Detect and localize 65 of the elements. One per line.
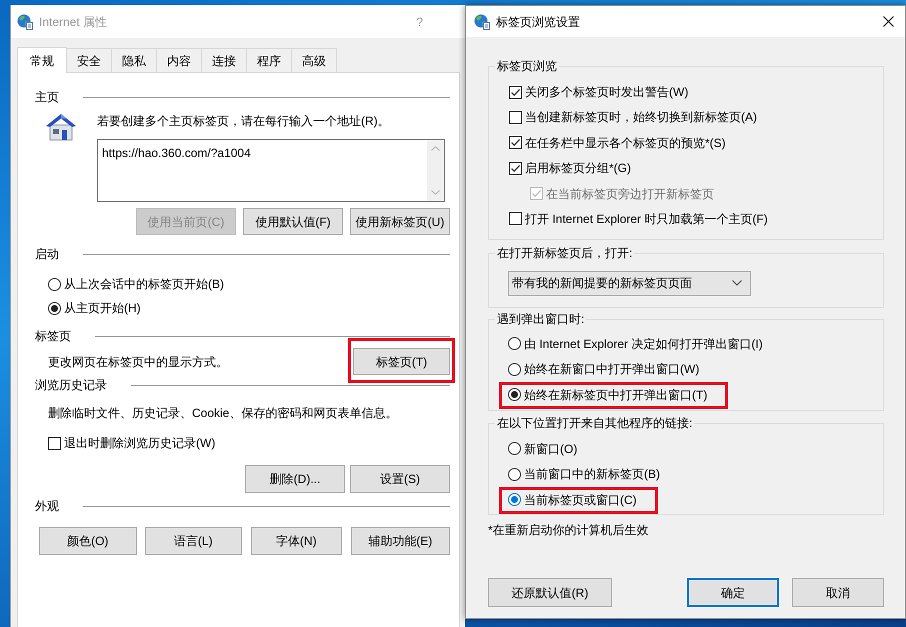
dialog-button[interactable]: 确定 [687, 578, 779, 607]
home-page-button[interactable]: 使用默认值(F) [243, 208, 343, 235]
history-button[interactable]: 设置(S) [350, 465, 450, 493]
group-heading: 遇到弹出窗口时: [495, 310, 586, 327]
checkbox-label: 当创建新标签页时，始终切换到新标签页(A) [525, 109, 757, 126]
radio-label: 新窗口(O) [524, 440, 578, 457]
checkbox[interactable] [509, 110, 522, 124]
dropdown[interactable]: 带有我的新闻提要的新标签页页面 [508, 270, 751, 296]
appearance-button[interactable]: 字体(N) [251, 527, 342, 555]
checkbox-label: 退出时删除浏览历史记录(W) [64, 435, 216, 451]
group-heading: 在以下位置打开来自其他程序的链接: [495, 414, 694, 431]
radio-button[interactable] [508, 442, 521, 456]
section-heading: 外观 [35, 498, 59, 514]
description-text: 删除临时文件、历史记录、Cookie、保存的密码和网页表单信息。 [48, 405, 398, 421]
radio-button[interactable] [508, 468, 521, 481]
dialog-button[interactable]: 取消 [792, 578, 884, 607]
radio-button[interactable] [508, 493, 521, 506]
checkbox[interactable] [509, 86, 522, 98]
description-text: 更改网页在标签页中的显示方式。 [48, 354, 228, 370]
radio-label: 由 Internet Explorer 决定如何打开弹出窗口(I) [524, 336, 763, 352]
radio-label: 从主页开始(H) [64, 300, 141, 316]
checkbox[interactable] [509, 136, 522, 150]
radio-button[interactable] [48, 278, 61, 290]
tab[interactable]: 高级 [291, 48, 337, 72]
tabs-button[interactable]: 标签页(T) [353, 348, 450, 375]
appearance-button[interactable]: 颜色(O) [39, 527, 136, 555]
dialog-button[interactable]: 还原默认值(R) [488, 578, 612, 607]
globe-icon [17, 14, 33, 30]
section-heading: 标签页 [35, 328, 71, 344]
section-heading: 浏览历史记录 [35, 377, 107, 393]
radio-label: 始终在新窗口中打开弹出窗口(W) [524, 361, 700, 378]
home-page-button[interactable]: 使用新标签页(U) [350, 208, 450, 235]
footnote-text: *在重新启动你的计算机后生效 [488, 522, 650, 538]
house-icon [45, 113, 77, 141]
chevron-down-icon [732, 280, 742, 286]
radio-label: 当前标签页或窗口(C) [524, 492, 637, 508]
window-title: 标签页浏览设置 [496, 14, 580, 30]
group-heading: 标签页浏览 [495, 58, 559, 74]
checkbox-label: 启用标签页分组*(G) [525, 160, 631, 176]
checkbox[interactable] [509, 212, 522, 226]
radio-label: 当前窗口中的新标签页(B) [524, 466, 660, 482]
appearance-button[interactable]: 语言(L) [144, 527, 242, 555]
appearance-button[interactable]: 辅助功能(E) [350, 527, 450, 555]
checkbox[interactable] [48, 436, 61, 450]
section-heading: 启动 [35, 246, 59, 262]
checkbox-label: 在当前标签页旁边打开新标签页 [546, 186, 714, 202]
radio-label: 始终在新标签页中打开弹出窗口(T) [524, 386, 708, 403]
instruction-text: 若要创建多个主页标签页，请在每行输入一个地址(R)。 [97, 113, 391, 129]
group-heading: 在打开新标签页后，打开: [495, 244, 634, 261]
checkbox-label: 关闭多个标签页时发出警告(W) [525, 84, 688, 100]
radio-button[interactable] [508, 388, 521, 402]
globe-icon [474, 14, 490, 30]
window-title: Internet 属性 [39, 14, 108, 30]
checkbox[interactable] [509, 162, 522, 175]
section-heading: 主页 [35, 89, 59, 105]
address-field[interactable]: https://hao.360.com/?a1004 [97, 139, 445, 202]
radio-button[interactable] [508, 337, 521, 350]
close-icon[interactable] [883, 16, 894, 27]
tab[interactable]: 常规 [17, 47, 67, 73]
radio-button[interactable] [508, 362, 521, 376]
radio-label: 从上次会话中的标签页开始(B) [64, 276, 224, 292]
radio-button[interactable] [48, 302, 61, 314]
history-button[interactable]: 删除(D)... [245, 465, 345, 493]
checkbox-label: 在任务栏中显示各个标签页的预览*(S) [525, 134, 726, 151]
checkbox-label: 打开 Internet Explorer 时只加载第一个主页(F) [525, 210, 768, 227]
